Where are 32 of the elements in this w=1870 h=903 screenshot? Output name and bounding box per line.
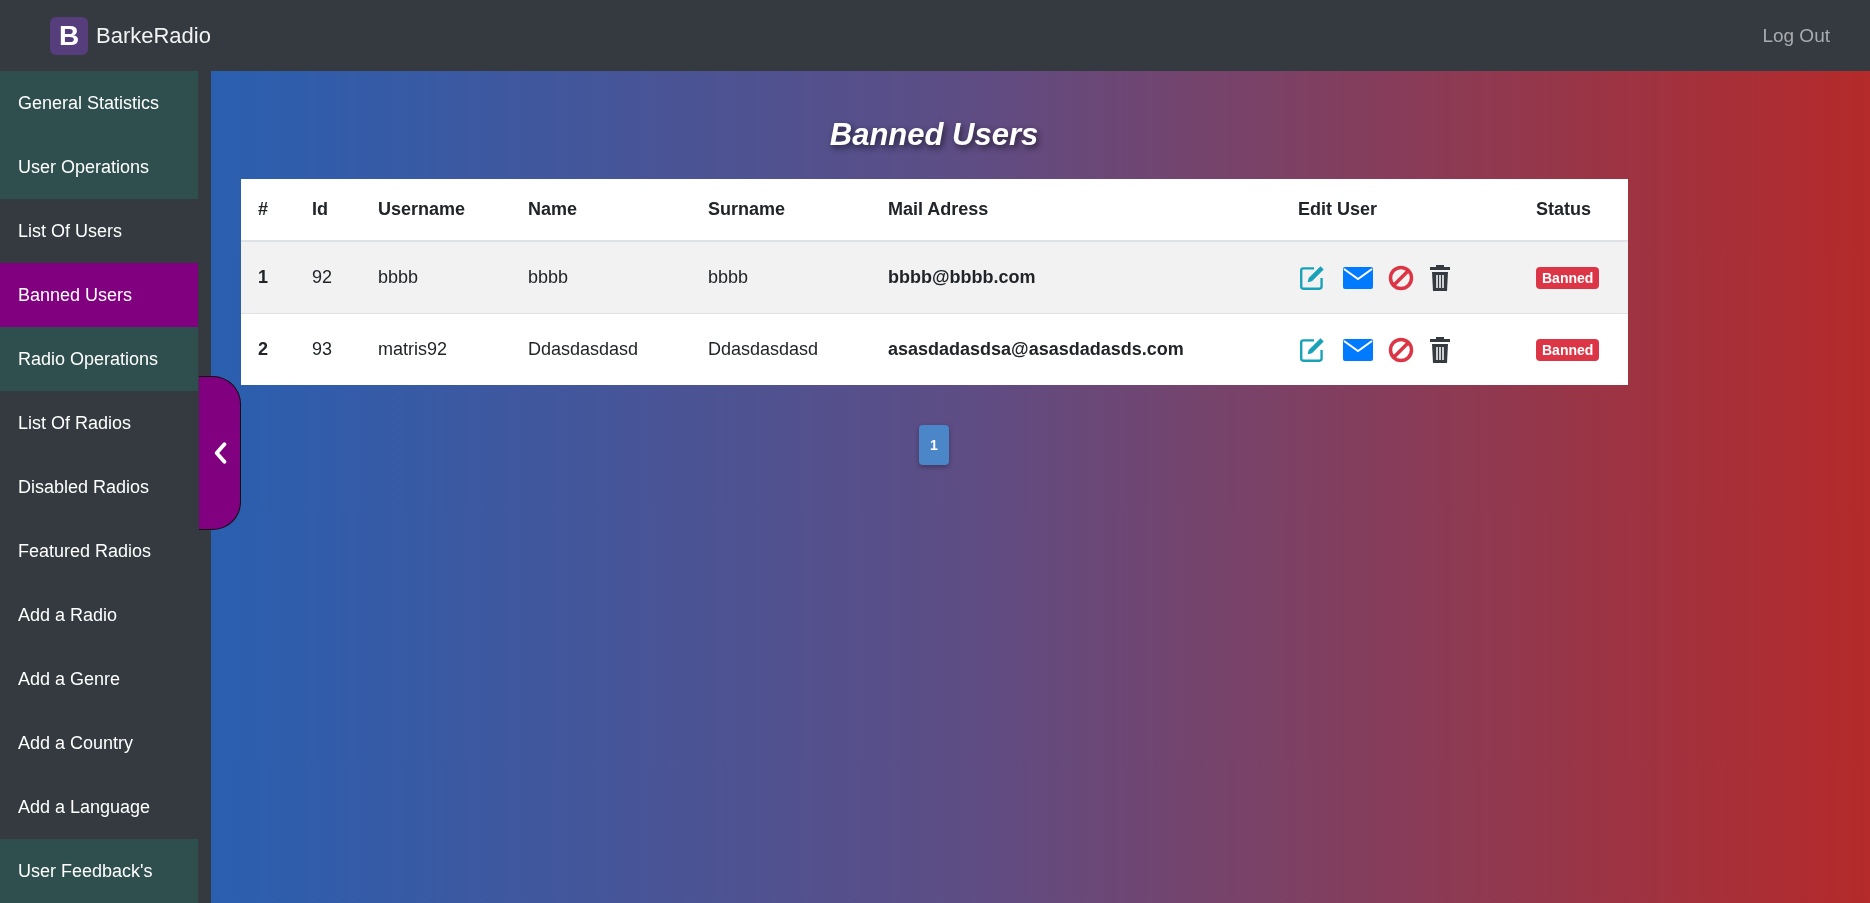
table-cell: bbbb <box>708 267 749 287</box>
table-cell: bbbb <box>378 267 419 287</box>
table-cell: 92 <box>312 267 333 287</box>
ban-icon[interactable] <box>1388 336 1414 363</box>
status-badge: Banned <box>1536 339 1600 361</box>
page-title: Banned Users <box>828 116 1040 154</box>
table-cell: bbbb <box>528 267 569 287</box>
logout-link[interactable]: Log Out <box>1762 24 1830 47</box>
ban-icon[interactable] <box>1388 264 1414 291</box>
status-badge: Banned <box>1536 267 1600 289</box>
table-cell: 2 <box>258 339 268 359</box>
sidebar-section-header[interactable]: User Operations <box>0 135 198 199</box>
trash-icon[interactable] <box>1429 263 1451 292</box>
page-button[interactable]: 1 <box>919 425 949 465</box>
table-cell: asasdadasdsa@asasdadasds.com <box>888 339 1184 359</box>
sidebar-section-header[interactable]: User Feedback's <box>0 839 198 903</box>
brand-name[interactable]: BarkeRadio <box>96 22 211 49</box>
mail-icon[interactable] <box>1343 266 1373 289</box>
table-cell: 1 <box>258 267 268 287</box>
sidebar-section-header[interactable]: General Statistics <box>0 71 198 135</box>
table-cell: Ddasdasdasd <box>528 339 639 359</box>
sidebar-item[interactable]: Banned Users <box>0 263 198 327</box>
mail-icon[interactable] <box>1343 338 1373 361</box>
chevron-left-icon <box>212 442 227 464</box>
trash-icon[interactable] <box>1429 335 1451 364</box>
sidebar-section-header[interactable]: Radio Operations <box>0 327 198 391</box>
logo-icon: B <box>50 16 88 55</box>
table-cell: 93 <box>312 339 333 359</box>
table-cell: matris92 <box>378 339 448 359</box>
table-cell: Ddasdasdasd <box>708 339 819 359</box>
table-cell: bbbb@bbbb.com <box>888 267 1036 287</box>
collapse-sidebar-button[interactable] <box>199 376 241 530</box>
